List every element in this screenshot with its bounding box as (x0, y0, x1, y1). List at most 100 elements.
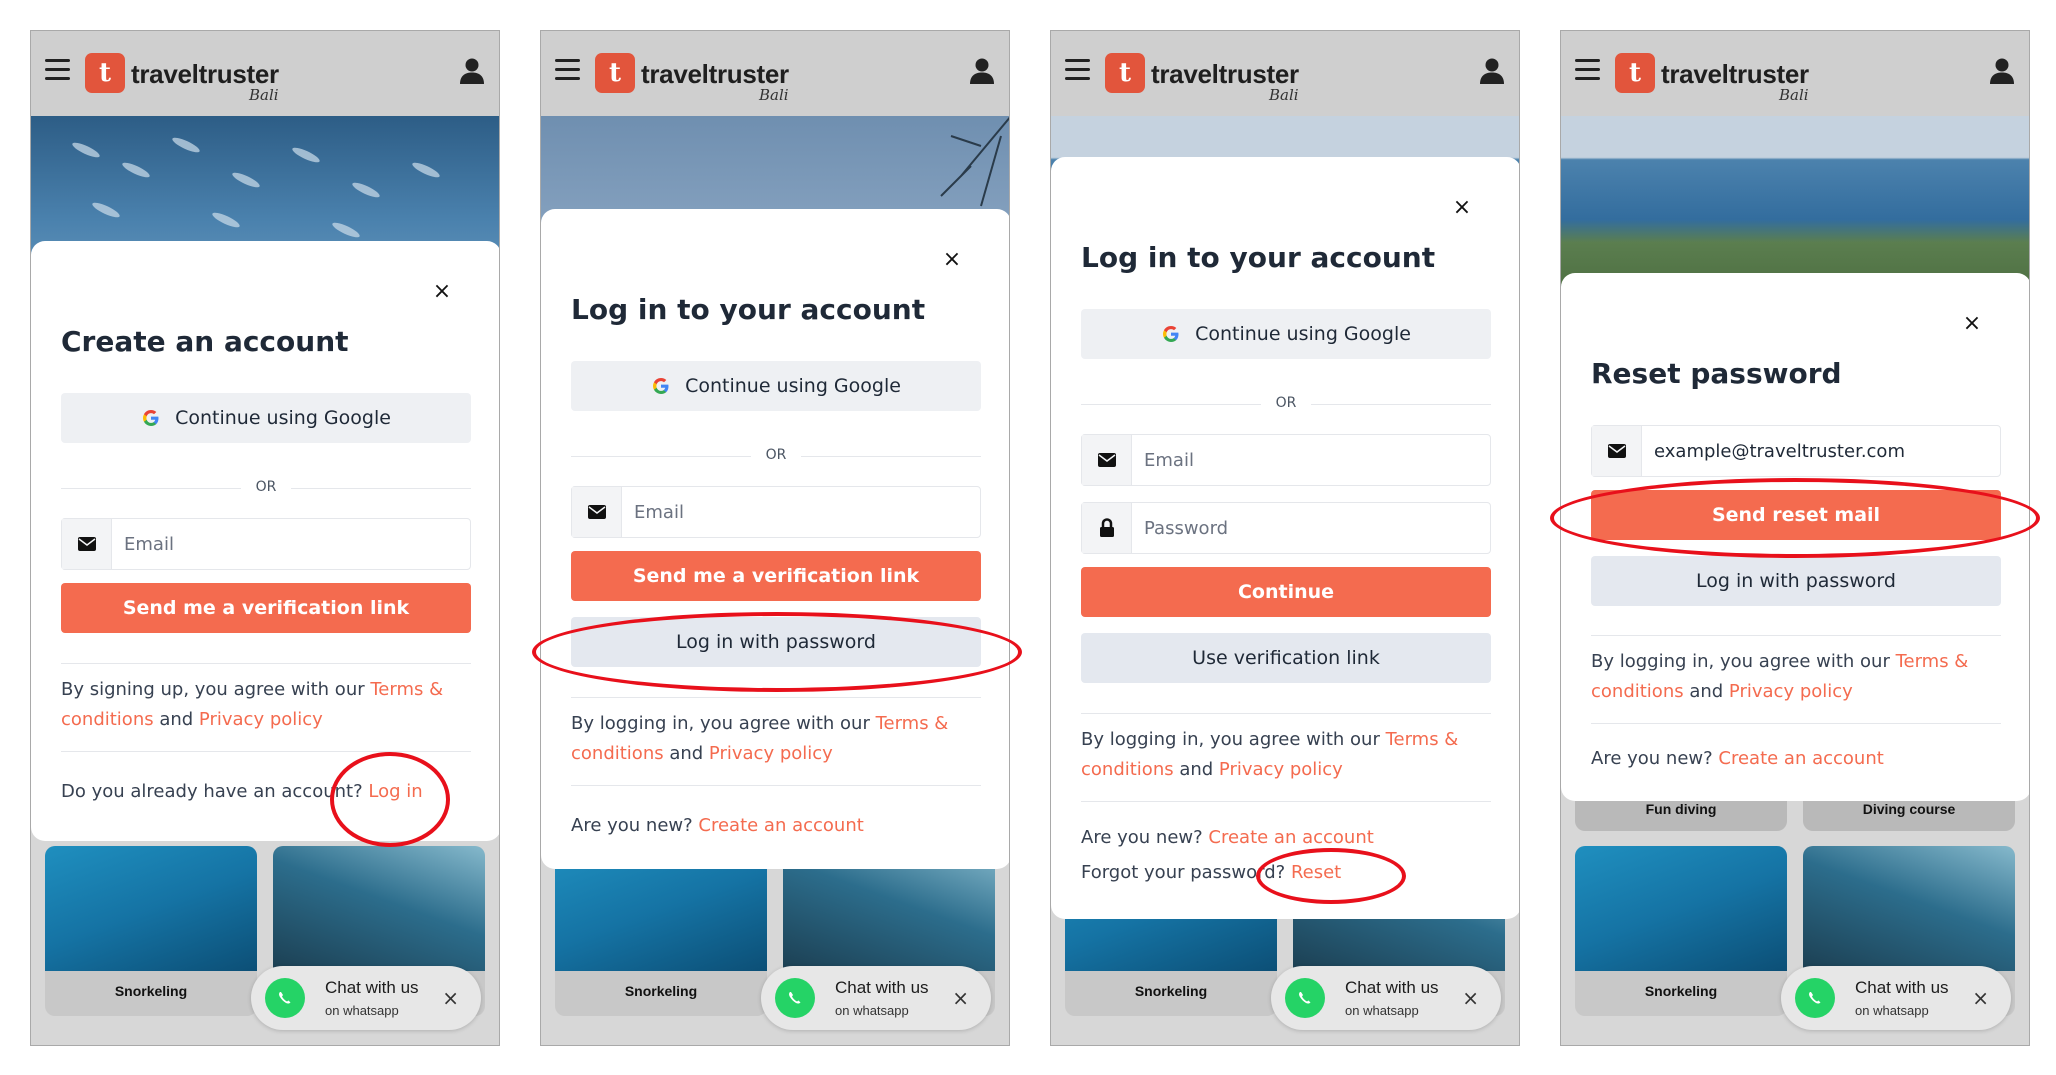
top-bar: t traveltruster Bali (31, 31, 499, 116)
legal-prefix: By logging in, you agree with our (1591, 651, 1896, 672)
tile-snorkeling[interactable]: Snorkeling (555, 846, 767, 1016)
whatsapp-icon (775, 978, 815, 1018)
freediving-image (1803, 846, 2015, 971)
top-bar: t traveltruster Bali (1051, 31, 1519, 116)
send-verification-link-button[interactable]: Send me a verification link (61, 583, 471, 633)
chat-close-icon[interactable]: × (1462, 986, 1479, 1010)
send-verification-link-button[interactable]: Send me a verification link (571, 551, 981, 601)
brand-sub: Bali (759, 86, 789, 104)
chat-close-icon[interactable]: × (952, 986, 969, 1010)
login-prompt-text: Do you already have an account? (61, 781, 369, 802)
brand-logo-icon[interactable]: t (1105, 53, 1145, 93)
divider (1591, 723, 2001, 724)
user-account-icon[interactable] (1479, 57, 1505, 85)
email-field[interactable] (1081, 434, 1491, 486)
google-icon (143, 410, 159, 426)
continue-button[interactable]: Continue (1081, 567, 1491, 617)
whatsapp-icon (1285, 978, 1325, 1018)
continue-google-button[interactable]: Continue using Google (571, 361, 981, 411)
divider (1081, 801, 1491, 802)
mail-icon (1592, 426, 1642, 476)
top-bar: t traveltruster Bali (541, 31, 1009, 116)
chat-subtitle: on whatsapp (1855, 1003, 1929, 1018)
brand-logo-icon[interactable]: t (85, 53, 125, 93)
email-field[interactable] (571, 486, 981, 538)
or-divider: OR (1081, 394, 1491, 414)
chat-subtitle: on whatsapp (835, 1003, 909, 1018)
hamburger-menu-icon[interactable] (45, 59, 70, 81)
legal-prefix: By signing up, you agree with our (61, 679, 371, 700)
chat-close-icon[interactable]: × (442, 986, 459, 1010)
phone-login-password: t traveltruster Bali Snorkeling Chat wit… (1050, 30, 1520, 1046)
whatsapp-chat-widget[interactable]: Chat with us on whatsapp × (761, 966, 991, 1030)
hamburger-menu-icon[interactable] (1065, 59, 1090, 81)
legal-text: By signing up, you agree with our Terms … (61, 675, 471, 735)
or-text: OR (1275, 395, 1297, 411)
tile-snorkeling[interactable]: Snorkeling (1575, 846, 1787, 1016)
close-icon[interactable]: × (1961, 313, 1983, 335)
tile-snorkeling[interactable]: Snorkeling (45, 846, 257, 1016)
brand-logo-icon[interactable]: t (1615, 53, 1655, 93)
user-account-icon[interactable] (969, 57, 995, 85)
chat-title: Chat with us (1855, 978, 1949, 997)
legal-and: and (153, 709, 199, 730)
log-in-with-password-button[interactable]: Log in with password (1591, 556, 2001, 606)
password-input[interactable] (1144, 515, 1474, 541)
password-field[interactable] (1081, 502, 1491, 554)
login-prompt: Do you already have an account? Log in (61, 781, 423, 802)
signup-prompt-text: Are you new? (571, 815, 699, 836)
email-input[interactable] (1654, 438, 1984, 464)
phone-login: t traveltruster Bali Snorkeling Chat wit… (540, 30, 1010, 1046)
email-input[interactable] (124, 531, 454, 557)
send-reset-mail-button[interactable]: Send reset mail (1591, 490, 2001, 540)
use-verification-link-button[interactable]: Use verification link (1081, 633, 1491, 683)
reset-password-modal: × Reset password Send reset mail Log in … (1561, 273, 2029, 801)
continue-google-button[interactable]: Continue using Google (1081, 309, 1491, 359)
legal-text: By logging in, you agree with our Terms … (1591, 647, 2001, 707)
user-account-icon[interactable] (459, 57, 485, 85)
whatsapp-chat-widget[interactable]: Chat with us on whatsapp × (1271, 966, 1501, 1030)
create-account-link[interactable]: Create an account (1718, 748, 1883, 769)
legal-prefix: By logging in, you agree with our (571, 713, 876, 734)
whatsapp-chat-widget[interactable]: Chat with us on whatsapp × (251, 966, 481, 1030)
close-icon[interactable]: × (431, 281, 453, 303)
privacy-link[interactable]: Privacy policy (1729, 681, 1853, 702)
snorkeling-image (45, 846, 257, 971)
email-input[interactable] (634, 499, 964, 525)
signup-prompt-text: Are you new? (1591, 748, 1719, 769)
forgot-password-text: Forgot your password? (1081, 862, 1291, 883)
brand-sub: Bali (1269, 86, 1299, 104)
divider (1081, 713, 1491, 714)
log-in-with-password-button[interactable]: Log in with password (571, 617, 981, 667)
hamburger-menu-icon[interactable] (555, 59, 580, 81)
divider (571, 785, 981, 786)
privacy-link[interactable]: Privacy policy (709, 743, 833, 764)
login-password-modal: × Log in to your account Continue using … (1051, 157, 1519, 919)
reset-link[interactable]: Reset (1291, 862, 1341, 883)
top-bar: t traveltruster Bali (1561, 31, 2029, 116)
mail-icon (62, 519, 112, 569)
create-account-link[interactable]: Create an account (698, 815, 863, 836)
whatsapp-chat-widget[interactable]: Chat with us on whatsapp × (1781, 966, 2011, 1030)
email-field[interactable] (61, 518, 471, 570)
mail-icon (1082, 435, 1132, 485)
email-field[interactable] (1591, 425, 2001, 477)
freediving-image (273, 846, 485, 971)
hamburger-menu-icon[interactable] (1575, 59, 1600, 81)
brand-logo-icon[interactable]: t (595, 53, 635, 93)
continue-google-button[interactable]: Continue using Google (61, 393, 471, 443)
privacy-link[interactable]: Privacy policy (199, 709, 323, 730)
chat-close-icon[interactable]: × (1972, 986, 1989, 1010)
privacy-link[interactable]: Privacy policy (1219, 759, 1343, 780)
log-in-link[interactable]: Log in (368, 781, 422, 802)
chat-subtitle: on whatsapp (325, 1003, 399, 1018)
create-account-link[interactable]: Create an account (1208, 827, 1373, 848)
chat-title: Chat with us (325, 978, 419, 997)
chat-title: Chat with us (1345, 978, 1439, 997)
divider (1591, 635, 2001, 636)
email-input[interactable] (1144, 447, 1474, 473)
tile-label: Snorkeling (624, 983, 698, 999)
user-account-icon[interactable] (1989, 57, 2015, 85)
close-icon[interactable]: × (1451, 197, 1473, 219)
close-icon[interactable]: × (941, 249, 963, 271)
